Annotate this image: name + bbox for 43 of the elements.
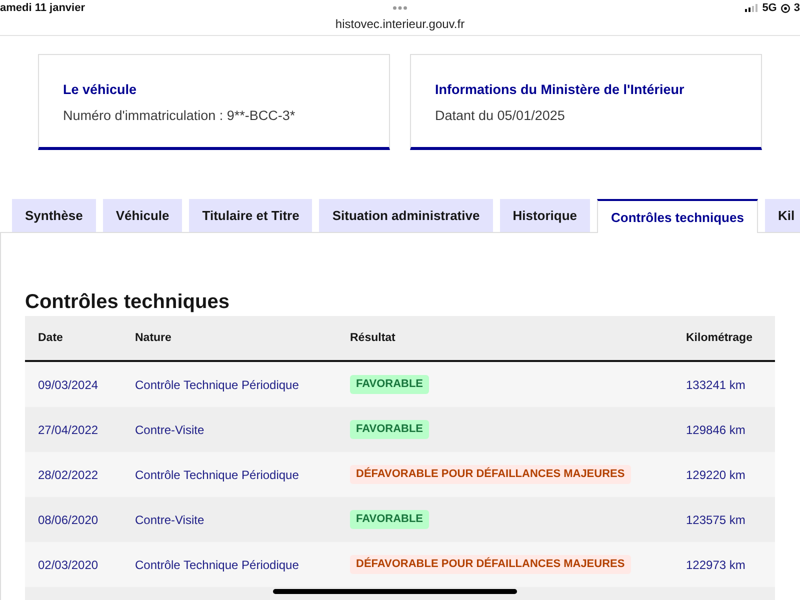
table-cell: 02/03/2020 [38,558,98,572]
battery-level: 3 [794,2,800,14]
dots-icon[interactable] [393,6,407,10]
tab[interactable]: Historique [500,199,590,232]
url-text[interactable]: histovec.interieur.gouv.fr [335,16,465,32]
card-title: Le véhicule [63,81,137,98]
column-header: Résultat [350,332,396,344]
tab[interactable]: Véhicule [102,199,182,232]
table-cell: 27/04/2022 [38,422,98,436]
card-text: Numéro d'immatriculation : 9**-BCC-3* [63,107,296,124]
table-cell: Contre-Visite [135,422,204,436]
column-header: Kilométrage [686,332,752,344]
tab[interactable]: Kil [764,199,800,232]
tab[interactable]: Synthèse [12,199,96,232]
tab[interactable]: Contrôles techniques [597,199,758,233]
table-cell: 129846 km [686,422,746,436]
result-badge: FAVORABLE [350,510,430,529]
column-header: Date [38,332,63,344]
table-cell: Contrôle Technique Périodique [135,468,299,482]
table-cell: Contrôle Technique Périodique [135,558,299,572]
tab[interactable]: Titulaire et Titre [189,199,312,232]
tab[interactable]: Situation administrative [319,199,493,232]
result-badge: DÉFAVORABLE POUR DÉFAILLANCES MAJEURES [350,555,631,574]
card-text: Datant du 05/01/2025 [435,107,565,124]
table-cell: 28/02/2022 [38,468,98,482]
section-heading: Contrôles techniques [25,290,230,314]
card-title: Informations du Ministère de l'Intérieur [435,81,684,98]
table-cell: 123575 km [686,512,746,526]
table-cell: 129220 km [686,468,746,482]
table-cell: Contre-Visite [135,512,204,526]
result-badge: FAVORABLE [350,375,430,394]
column-header: Nature [135,332,172,344]
table-cell: 08/06/2020 [38,512,98,526]
signal-icon [745,4,758,12]
status-date: amedi 11 janvier [0,2,85,14]
table-cell: 09/03/2024 [38,378,98,392]
table-cell: 133241 km [686,378,746,392]
ring-icon [780,4,790,12]
network-label: 5G [762,2,777,14]
result-badge: DÉFAVORABLE POUR DÉFAILLANCES MAJEURES [350,465,631,484]
table-cell: 122973 km [686,558,746,572]
table-cell: Contrôle Technique Périodique [135,378,299,392]
result-badge: FAVORABLE [350,420,430,439]
